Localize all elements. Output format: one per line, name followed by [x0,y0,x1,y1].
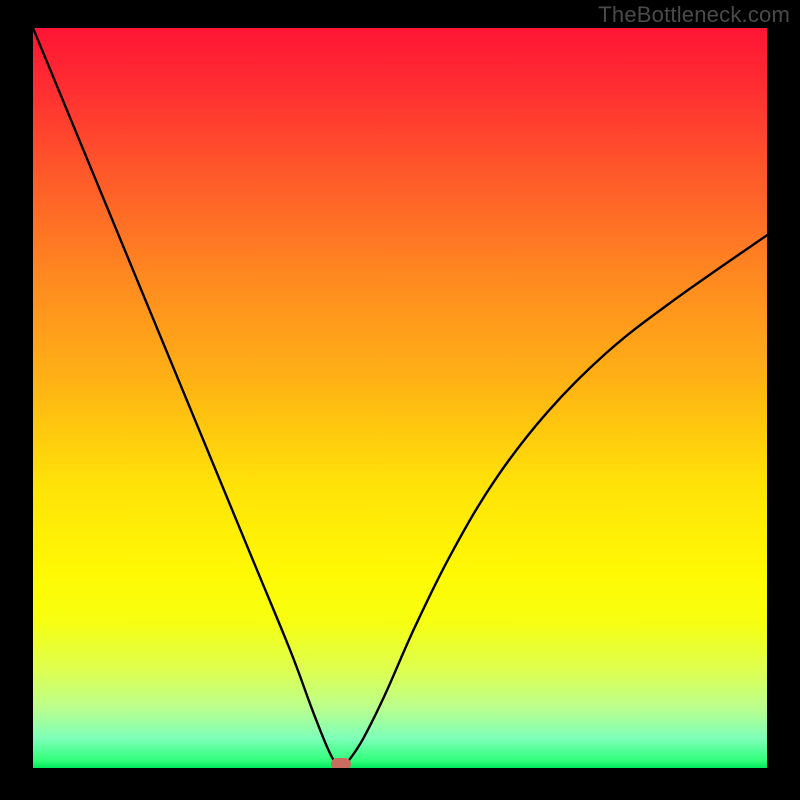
plot-area [33,28,767,768]
curve-svg [33,28,767,768]
watermark-text: TheBottleneck.com [598,2,790,28]
chart-frame: TheBottleneck.com [0,0,800,800]
min-marker [331,758,351,768]
bottleneck-curve-path [33,28,767,768]
